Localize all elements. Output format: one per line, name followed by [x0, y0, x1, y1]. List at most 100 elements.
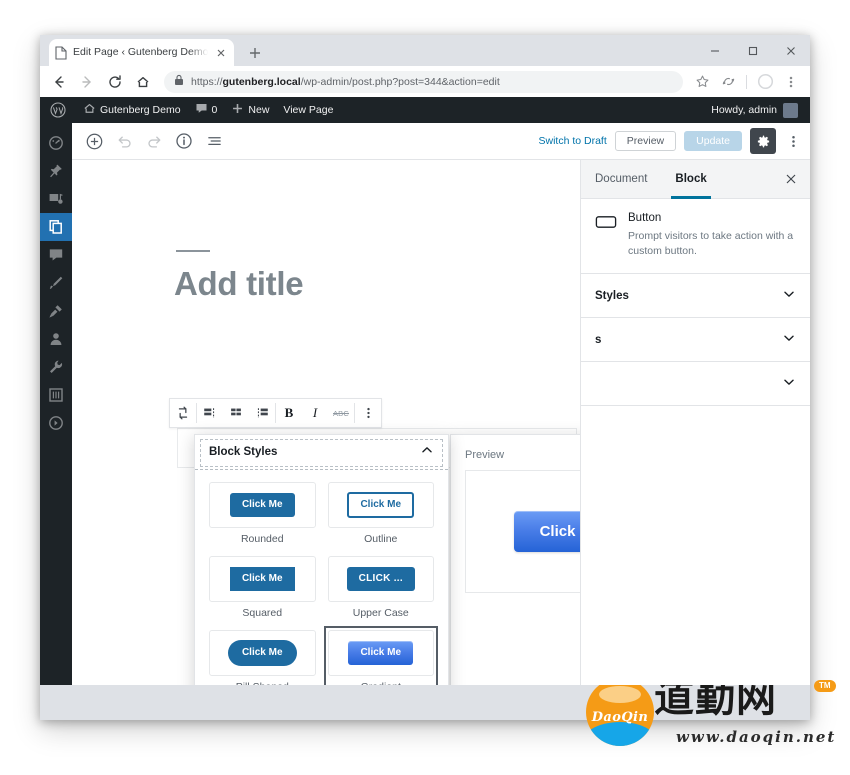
sidebar-item-pages[interactable] — [40, 213, 77, 241]
plus-circle-icon[interactable] — [80, 127, 108, 155]
sidebar-item-comments[interactable] — [40, 241, 72, 269]
kebab-menu-icon[interactable] — [780, 71, 802, 93]
style-preview-popover: Preview Click Me — [450, 434, 580, 685]
chevron-up-icon[interactable] — [420, 443, 434, 462]
block-transform-icon[interactable] — [170, 399, 196, 427]
kebab-menu-icon[interactable] — [784, 128, 802, 154]
browser-tab[interactable]: Edit Page ‹ Gutenberg Demo — \ — [49, 39, 234, 66]
kebab-menu-icon[interactable] — [355, 399, 381, 427]
sidebar-panel-label: s — [595, 333, 602, 346]
admin-bar-comments[interactable]: 0 — [188, 97, 225, 123]
gear-icon[interactable] — [750, 128, 776, 154]
align-left-icon[interactable] — [197, 399, 223, 427]
block-card: Button Prompt visitors to take action wi… — [581, 199, 810, 275]
tab-document[interactable]: Document — [581, 160, 661, 198]
watermark-highlight — [599, 686, 641, 703]
style-option-squared[interactable]: Click Me Squared — [209, 556, 316, 620]
style-button-preview: Click Me — [229, 493, 295, 517]
bold-button[interactable]: B — [276, 399, 302, 427]
close-icon[interactable] — [214, 46, 228, 60]
redo-icon[interactable] — [140, 127, 168, 155]
style-thumbnail: Click Me — [209, 630, 316, 676]
admin-bar-account[interactable]: Howdy, admin — [711, 102, 802, 118]
style-option-upper-case[interactable]: CLICK ... Upper Case — [327, 556, 434, 620]
chevron-down-icon — [782, 331, 796, 348]
browser-navbar: https://gutenberg.local/wp-admin/post.ph… — [40, 66, 810, 97]
forward-arrow-icon[interactable] — [74, 69, 100, 95]
admin-bar-view-page[interactable]: View Page — [276, 97, 340, 123]
style-button-preview: CLICK ... — [346, 567, 415, 591]
sidebar-item-tools[interactable] — [40, 353, 72, 381]
sidebar-item-settings[interactable] — [40, 381, 72, 409]
wordpress-logo-icon[interactable] — [48, 97, 76, 123]
style-option-label: Upper Case — [352, 607, 409, 619]
editor-header-actions: Switch to Draft Preview Update — [539, 128, 803, 154]
sidebar-item-dashboard[interactable] — [40, 129, 72, 157]
preview-button[interactable]: Preview — [614, 130, 677, 152]
style-option-label: Outline — [364, 533, 398, 545]
strikethrough-button[interactable]: ABC — [328, 399, 354, 427]
profile-icon[interactable] — [754, 71, 776, 93]
title-dash-decoration — [176, 250, 210, 252]
sidebar-panel-3[interactable] — [581, 362, 810, 407]
close-icon[interactable] — [772, 160, 810, 198]
howdy-label: Howdy, admin — [711, 104, 777, 116]
new-tab-button[interactable] — [245, 43, 265, 63]
list-view-icon[interactable] — [200, 127, 228, 155]
site-name-label: Gutenberg Demo — [100, 104, 181, 116]
watermark: DaoQin 道勤网 TM www.daoqin.net — [586, 676, 841, 758]
block-styles-header[interactable]: Block Styles — [195, 435, 448, 470]
address-bar[interactable]: https://gutenberg.local/wp-admin/post.ph… — [164, 70, 683, 93]
watermark-brand: DaoQin — [591, 710, 649, 725]
style-thumbnail: CLICK ... — [327, 556, 434, 602]
sidebar-tabs: Document Block — [581, 160, 810, 199]
tab-block[interactable]: Block — [661, 160, 720, 199]
switch-to-draft-link[interactable]: Switch to Draft — [539, 135, 607, 147]
info-circle-icon[interactable] — [170, 127, 198, 155]
watermark-ball-bottom — [586, 722, 654, 746]
sidebar-item-appearance[interactable] — [40, 269, 72, 297]
undo-icon[interactable] — [110, 127, 138, 155]
style-option-pill-shaped[interactable]: Click Me Pill Shaped — [209, 630, 316, 685]
admin-bar-site-name[interactable]: Gutenberg Demo — [76, 97, 188, 123]
close-icon[interactable] — [772, 35, 810, 66]
align-center-icon[interactable] — [223, 399, 249, 427]
reload-icon[interactable] — [102, 69, 128, 95]
style-option-outline[interactable]: Click Me Outline — [327, 482, 434, 546]
divider — [746, 74, 747, 89]
maximize-icon[interactable] — [734, 35, 772, 66]
url-host: gutenberg.local — [222, 75, 301, 88]
sidebar-item-posts[interactable] — [40, 157, 72, 185]
screenshot-root: Edit Page ‹ Gutenberg Demo — \ — [0, 0, 850, 775]
sidebar-panel-2[interactable]: s — [581, 318, 810, 363]
editor-settings-sidebar: Document Block Button Prompt visitors to… — [580, 160, 810, 685]
sidebar-panel-styles[interactable]: Styles — [581, 274, 810, 319]
sidebar-item-users[interactable] — [40, 325, 72, 353]
style-option-label: Pill Shaped — [209, 676, 316, 685]
style-option-rounded[interactable]: Click Me Rounded — [209, 482, 316, 546]
home-icon[interactable] — [130, 69, 156, 95]
update-button[interactable]: Update — [684, 130, 742, 152]
sidebar-item-plugins[interactable] — [40, 297, 72, 325]
url-text: https://gutenberg.local/wp-admin/post.ph… — [191, 76, 500, 88]
editor-canvas[interactable]: Add title B I ABC Block Styles Click Me … — [72, 160, 580, 685]
align-right-icon[interactable] — [249, 399, 275, 427]
admin-bar-new[interactable]: New — [224, 97, 276, 123]
block-styles-title: Block Styles — [209, 446, 278, 458]
plus-icon — [231, 102, 244, 118]
post-title-input[interactable]: Add title — [174, 265, 304, 303]
preview-button-sample: Click Me — [513, 511, 580, 552]
italic-button[interactable]: I — [302, 399, 328, 427]
sidebar-item-media[interactable] — [40, 185, 72, 213]
preview-label: Preview — [465, 449, 505, 461]
style-option-gradient[interactable]: Click Me Gradient — [323, 626, 438, 685]
back-arrow-icon[interactable] — [46, 69, 72, 95]
omnibox-actions — [691, 71, 804, 93]
minimize-icon[interactable] — [696, 35, 734, 66]
star-icon[interactable] — [691, 71, 713, 93]
editor-main: Add title B I ABC Block Styles Click Me … — [72, 160, 810, 685]
extension-icon[interactable] — [717, 71, 739, 93]
sidebar-item-collapse-menu[interactable] — [40, 409, 72, 437]
bold-label: B — [284, 405, 294, 420]
wp-admin-bar: Gutenberg Demo 0 New View Page Howdy, ad… — [40, 97, 810, 123]
